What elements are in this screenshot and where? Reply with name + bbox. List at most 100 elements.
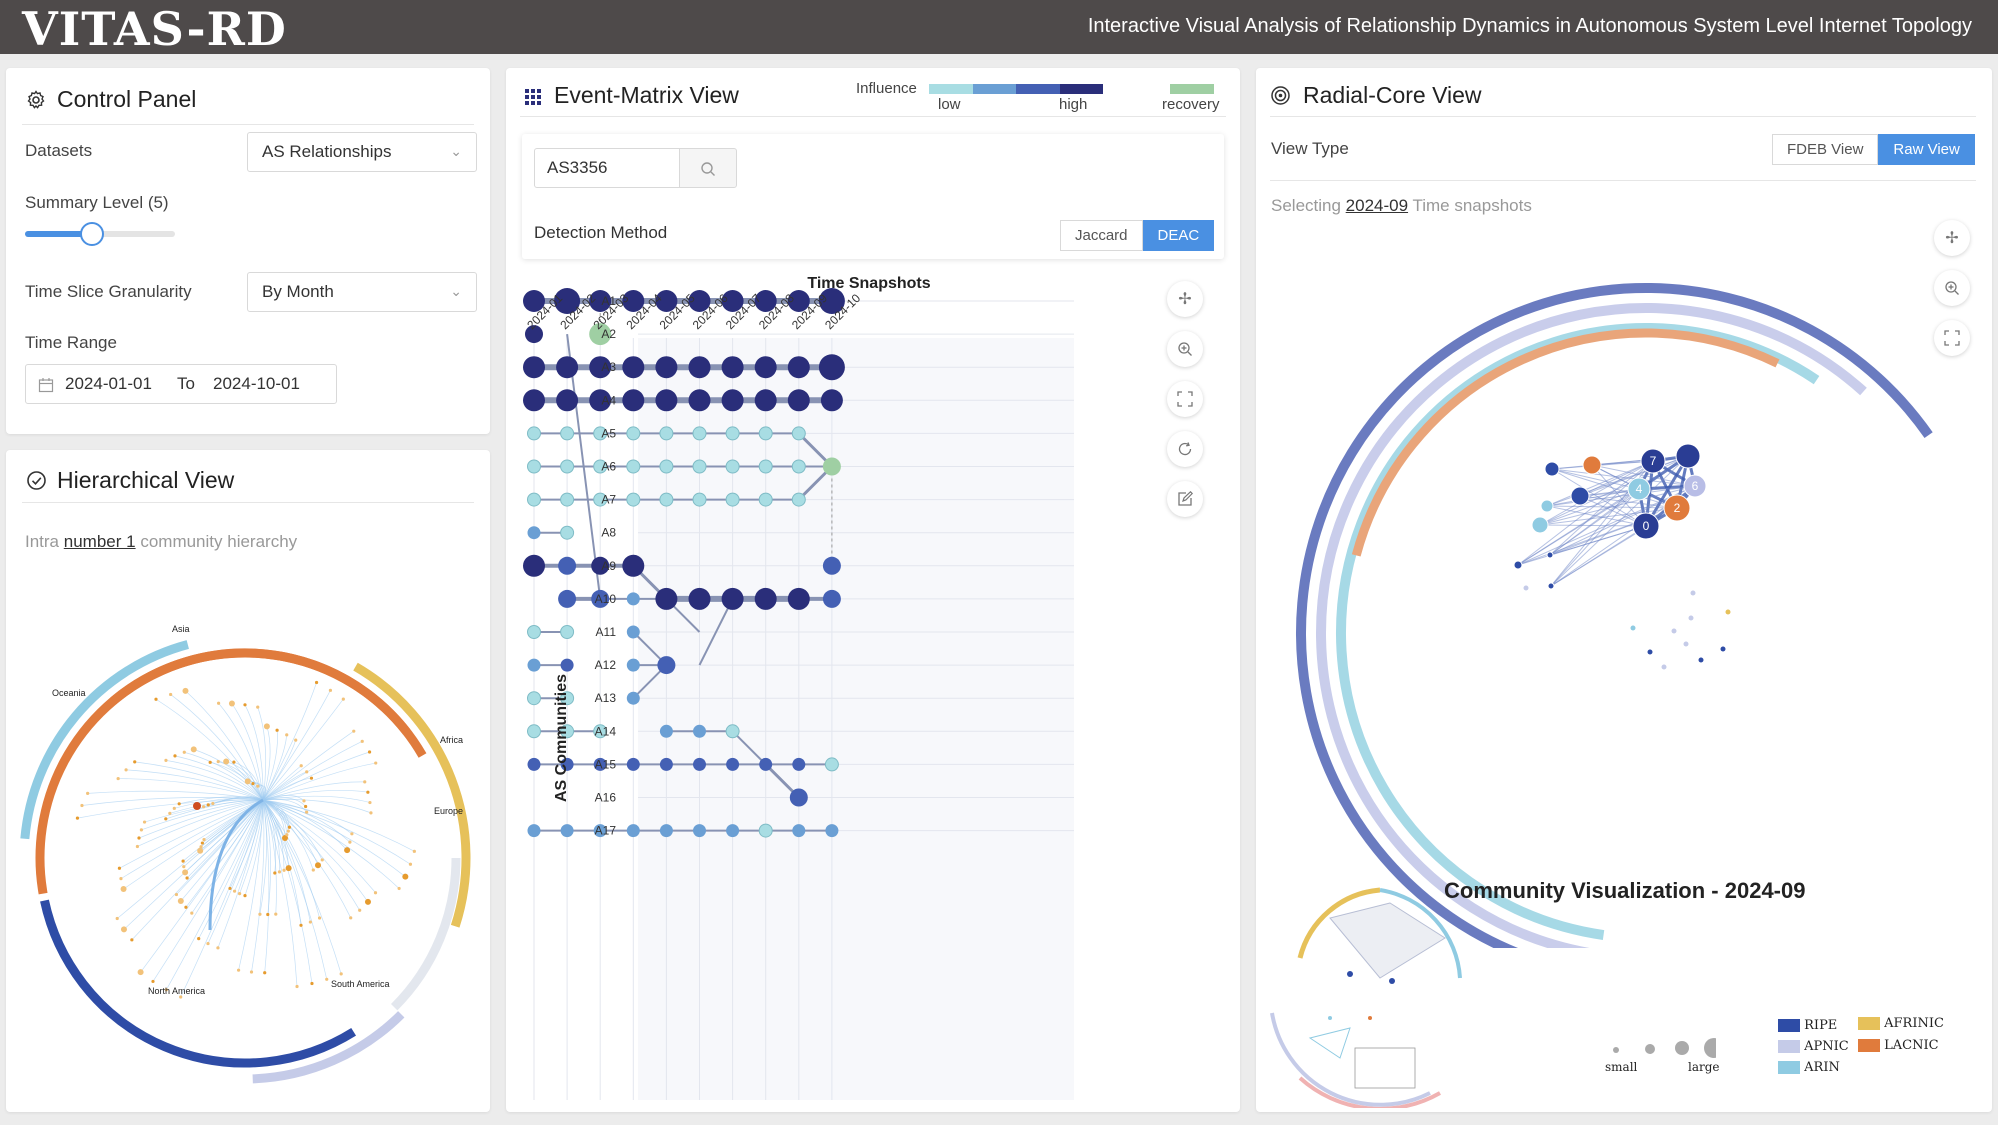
hierarchy-node[interactable]	[211, 801, 215, 806]
event-node-A3[interactable]	[818, 354, 845, 381]
hierarchy-node[interactable]	[232, 760, 236, 764]
hierarchy-node[interactable]	[408, 862, 413, 866]
event-node-A10[interactable]	[754, 587, 777, 610]
hierarchy-node[interactable]	[256, 784, 260, 788]
hierarchy-node[interactable]	[273, 871, 277, 875]
hierarchy-node[interactable]	[285, 733, 289, 737]
event-node-A10[interactable]	[626, 592, 640, 606]
event-node-A17[interactable]	[825, 824, 839, 838]
hierarchy-node[interactable]	[177, 898, 184, 905]
hierarchy-node[interactable]	[173, 754, 177, 758]
event-node-A5[interactable]	[527, 426, 541, 441]
hierarchy-root-node[interactable]	[193, 802, 201, 810]
region-arc-asia[interactable]	[110, 648, 427, 758]
event-node-A10[interactable]	[688, 587, 711, 610]
event-node-A8[interactable]	[527, 526, 541, 540]
hierarchy-node[interactable]	[317, 916, 322, 920]
event-node-A3[interactable]	[721, 356, 744, 379]
event-node-A4[interactable]	[721, 389, 744, 412]
isolated-node[interactable]	[1630, 625, 1636, 631]
region-arc-north-america[interactable]	[40, 899, 357, 1068]
hierarchy-node[interactable]	[285, 833, 289, 837]
hierarchy-node[interactable]	[206, 803, 210, 807]
event-node-A6[interactable]	[791, 459, 806, 474]
hierarchy-node[interactable]	[184, 905, 188, 909]
hierarchy-node[interactable]	[341, 697, 345, 701]
hierarchy-node[interactable]	[124, 768, 128, 772]
hierarchy-node[interactable]	[366, 790, 370, 794]
hierarchy-node[interactable]	[310, 981, 314, 986]
event-node-A5[interactable]	[659, 426, 674, 441]
hierarchy-node[interactable]	[320, 858, 324, 862]
hierarchy-node[interactable]	[308, 920, 312, 924]
method-deac-button[interactable]: DEAC	[1142, 220, 1215, 251]
hierarchy-node[interactable]	[197, 847, 204, 854]
event-node-A14[interactable]	[659, 724, 673, 738]
event-node-A14[interactable]	[527, 724, 541, 739]
hierarchy-node[interactable]	[164, 758, 168, 762]
fullscreen-tool-button[interactable]	[1167, 381, 1203, 417]
event-node-A14[interactable]	[693, 724, 706, 738]
event-node-A9[interactable]	[523, 554, 545, 577]
hierarchy-node[interactable]	[182, 687, 189, 694]
granularity-select[interactable]: By Month ⌄	[247, 272, 477, 312]
community-node[interactable]	[1531, 516, 1549, 534]
hierarchy-node[interactable]	[115, 916, 119, 921]
hierarchy-node[interactable]	[373, 891, 378, 895]
radial-zoom-button[interactable]	[1934, 270, 1970, 306]
hierarchy-node[interactable]	[86, 791, 90, 795]
hierarchy-node[interactable]	[206, 941, 210, 946]
hierarchy-node[interactable]	[142, 820, 147, 824]
hierarchy-node[interactable]	[344, 847, 351, 854]
event-node-A7[interactable]	[659, 492, 674, 507]
event-node-A5[interactable]	[791, 426, 806, 441]
event-node-A16[interactable]	[789, 788, 808, 807]
event-node-A4[interactable]	[523, 389, 545, 412]
event-node-A11[interactable]	[560, 625, 575, 639]
hierarchy-node[interactable]	[182, 865, 186, 869]
hierarchy-node[interactable]	[374, 761, 378, 765]
hierarchy-node[interactable]	[251, 781, 255, 786]
isolated-node[interactable]	[1720, 646, 1726, 652]
event-node-A4[interactable]	[655, 389, 678, 412]
hierarchy-node[interactable]	[237, 891, 242, 896]
community-node[interactable]	[1570, 486, 1590, 506]
detection-method-toggle[interactable]: Jaccard DEAC	[1060, 220, 1215, 251]
hierarchy-node[interactable]	[133, 760, 137, 764]
hierarchy-node[interactable]	[348, 840, 352, 844]
hierarchy-node[interactable]	[243, 703, 247, 707]
hierarchy-node[interactable]	[311, 868, 315, 872]
hierarchy-node[interactable]	[302, 799, 306, 803]
event-node-A14[interactable]	[725, 724, 740, 739]
hierarchy-node[interactable]	[228, 700, 235, 707]
hierarchy-node[interactable]	[277, 870, 282, 874]
event-node-A11[interactable]	[527, 625, 541, 639]
region-arc-europe[interactable]	[391, 857, 461, 1011]
event-node-A15[interactable]	[792, 757, 806, 771]
view-type-toggle[interactable]: FDEB View Raw View	[1772, 134, 1975, 165]
event-node-A7[interactable]	[626, 492, 641, 507]
hierarchy-node[interactable]	[287, 825, 292, 829]
event-node-A17[interactable]	[560, 824, 574, 838]
hierarchy-node[interactable]	[258, 912, 262, 916]
event-node-A7[interactable]	[560, 492, 575, 507]
refresh-tool-button[interactable]	[1167, 431, 1203, 467]
hierarchy-node[interactable]	[299, 923, 303, 927]
search-button[interactable]	[679, 148, 737, 188]
radial-core-chart[interactable]: 7 6 4 2 0	[1256, 228, 1992, 948]
hierarchy-node[interactable]	[352, 729, 356, 733]
hierarchy-node[interactable]	[139, 828, 143, 832]
event-node-A11[interactable]	[626, 625, 640, 639]
hierarchy-node[interactable]	[137, 836, 141, 840]
isolated-node[interactable]	[1725, 609, 1731, 615]
event-node-A13[interactable]	[626, 691, 640, 705]
radial-region-arc[interactable]	[1296, 283, 1933, 948]
hierarchy-node[interactable]	[285, 865, 292, 872]
hierarchy-node[interactable]	[299, 764, 303, 768]
community-node[interactable]	[1513, 560, 1523, 570]
hierarchy-node[interactable]	[304, 804, 308, 809]
hierarchy-node[interactable]	[328, 688, 333, 692]
hierarchy-node[interactable]	[412, 849, 416, 853]
event-node-A6[interactable]	[725, 459, 740, 474]
raw-view-button[interactable]: Raw View	[1878, 134, 1975, 165]
